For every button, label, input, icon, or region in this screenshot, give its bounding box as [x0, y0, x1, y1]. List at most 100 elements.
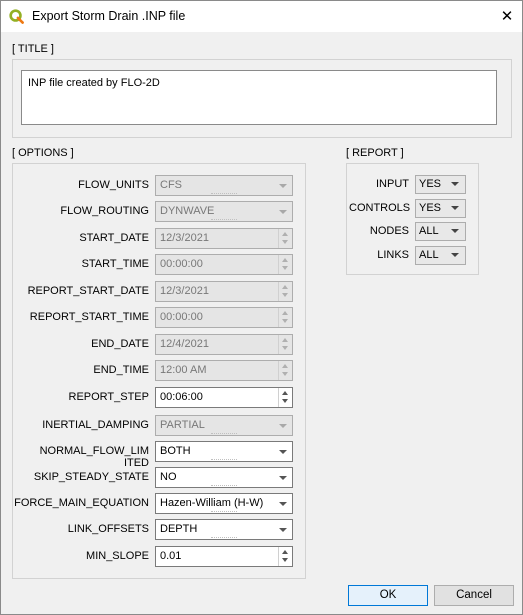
option-value: DEPTH [160, 523, 198, 535]
spin-buttons [278, 282, 292, 301]
arrow-up-icon [282, 258, 288, 262]
option-combo-skip-steady-state[interactable]: NO [155, 467, 293, 488]
chevron-down-icon [279, 424, 287, 428]
report-label-nodes: NODES [369, 225, 409, 237]
arrow-up-icon [282, 311, 288, 315]
window-title: Export Storm Drain .INP file [32, 9, 186, 23]
report-value: ALL [419, 225, 439, 237]
export-dialog: Export Storm Drain .INP file ✕ [ TITLE ]… [0, 0, 523, 615]
option-label-force-main-equation: FORCE_MAIN_EQUATION [14, 497, 149, 509]
spin-buttons[interactable] [278, 547, 292, 566]
option-value: 00:06:00 [160, 391, 203, 403]
close-button[interactable]: ✕ [492, 1, 522, 32]
report-label-controls: CONTROLS [349, 202, 411, 214]
grip-dots [211, 537, 237, 538]
option-spin-end-time: 12:00 AM [155, 360, 293, 381]
arrow-down-icon [282, 346, 288, 350]
chevron-down-icon [279, 476, 287, 480]
report-value: YES [419, 178, 442, 190]
arrow-up-icon [282, 338, 288, 342]
arrow-down-icon [282, 240, 288, 244]
option-value: CFS [160, 179, 182, 191]
qgis-icon [9, 9, 24, 24]
arrow-down-icon [282, 293, 288, 297]
grip-dots [211, 511, 237, 512]
arrow-up-icon [282, 364, 288, 368]
report-label-input: INPUT [376, 178, 409, 190]
arrow-down-icon [282, 372, 288, 376]
option-value: 12/3/2021 [160, 232, 209, 244]
grip-dots [211, 485, 237, 486]
spin-buttons[interactable] [278, 388, 292, 407]
option-label-start-date: START_DATE [79, 232, 149, 244]
option-spin-start-time: 00:00:00 [155, 254, 293, 275]
option-label-end-date: END_DATE [91, 338, 149, 350]
grip-dots [211, 219, 237, 220]
chevron-down-icon [279, 210, 287, 214]
arrow-up-icon [282, 550, 288, 554]
chevron-down-icon [279, 184, 287, 188]
arrow-down-icon [282, 558, 288, 562]
option-spin-start-date: 12/3/2021 [155, 228, 293, 249]
report-combo-links[interactable]: ALL [415, 246, 466, 265]
option-value: 00:00:00 [160, 258, 203, 270]
title-section-label: [ TITLE ] [12, 43, 54, 55]
option-label-inertial-damping: INERTIAL_DAMPING [42, 419, 149, 431]
arrow-down-icon [282, 399, 288, 403]
cancel-button[interactable]: Cancel [434, 585, 514, 606]
option-combo-link-offsets[interactable]: DEPTH [155, 519, 293, 540]
option-label-flow-routing: FLOW_ROUTING [60, 205, 149, 217]
option-value: 00:00:00 [160, 311, 203, 323]
report-combo-nodes[interactable]: ALL [415, 222, 466, 241]
spin-buttons [278, 229, 292, 248]
arrow-down-icon [282, 319, 288, 323]
chevron-down-icon [451, 253, 459, 257]
arrow-up-icon [282, 232, 288, 236]
option-spin-end-date: 12/4/2021 [155, 334, 293, 355]
spin-buttons [278, 361, 292, 380]
option-value: Hazen-William (H-W) [160, 497, 264, 509]
option-label-normal-flow-lim-ited: NORMAL_FLOW_LIM ITED [39, 445, 149, 469]
spin-buttons [278, 335, 292, 354]
option-value: 0.01 [160, 550, 182, 562]
chevron-down-icon [451, 229, 459, 233]
option-value: DYNWAVE [160, 205, 215, 217]
option-spin-report-step[interactable]: 00:06:00 [155, 387, 293, 408]
grip-dots [211, 433, 237, 434]
option-label-flow-units: FLOW_UNITS [78, 179, 149, 191]
ok-button[interactable]: OK [348, 585, 428, 606]
report-combo-controls[interactable]: YES [415, 199, 466, 218]
title-textarea[interactable]: INP file created by FLO-2D [21, 70, 497, 125]
option-combo-inertial-damping: PARTIAL [155, 415, 293, 436]
chevron-down-icon [279, 450, 287, 454]
option-value: NO [160, 471, 177, 483]
option-label-report-step: REPORT_STEP [68, 391, 150, 403]
report-value: ALL [419, 249, 439, 261]
option-value: 12/4/2021 [160, 338, 209, 350]
option-spin-min-slope[interactable]: 0.01 [155, 546, 293, 567]
option-value: 12/3/2021 [160, 285, 209, 297]
option-spin-report-start-time: 00:00:00 [155, 307, 293, 328]
report-value: YES [419, 202, 442, 214]
option-combo-flow-routing: DYNWAVE [155, 201, 293, 222]
spin-buttons [278, 255, 292, 274]
option-value: PARTIAL [160, 419, 205, 431]
option-combo-normal-flow-lim-ited[interactable]: BOTH [155, 441, 293, 462]
report-combo-input[interactable]: YES [415, 175, 466, 194]
title-bar: Export Storm Drain .INP file ✕ [1, 1, 522, 32]
arrow-up-icon [282, 285, 288, 289]
options-section-label: [ OPTIONS ] [12, 147, 74, 159]
option-spin-report-start-date: 12/3/2021 [155, 281, 293, 302]
grip-dots [211, 459, 237, 460]
option-label-skip-steady-state: SKIP_STEADY_STATE [33, 471, 149, 483]
option-label-end-time: END_TIME [93, 364, 149, 376]
option-label-start-time: START_TIME [81, 258, 149, 270]
option-label-min-slope: MIN_SLOPE [86, 550, 149, 562]
option-value: 12:00 AM [160, 364, 207, 376]
grip-dots [211, 193, 237, 194]
option-combo-force-main-equation[interactable]: Hazen-William (H-W) [155, 493, 293, 514]
option-value: BOTH [160, 445, 191, 457]
option-label-report-start-date: REPORT_START_DATE [27, 285, 149, 297]
arrow-down-icon [282, 266, 288, 270]
chevron-down-icon [451, 206, 459, 210]
